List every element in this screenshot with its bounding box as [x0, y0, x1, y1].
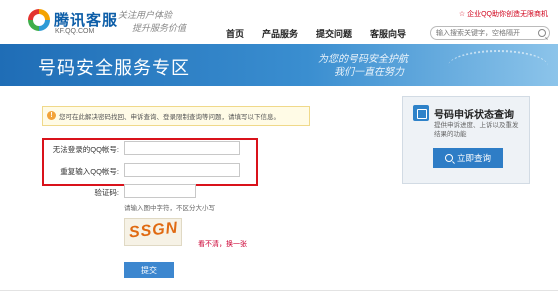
document-icon	[413, 105, 429, 121]
top-header: 腾讯客服 KF.QQ.COM 关注用户体验 提升服务价值 ☆ 企业QQ助你创造无…	[0, 0, 558, 44]
query-now-button[interactable]: 立即查询	[433, 148, 503, 168]
notice-text: 您可在此解决密码找回、申诉查询、登录限制查询等问题，请填写以下信息。	[59, 114, 280, 121]
banner-slogan-line-1: 为您的号码安全护航	[318, 54, 408, 65]
captcha-label: 验证码:	[94, 188, 119, 197]
main-nav: 首页 产品服务 提交问题 客服向导	[226, 27, 406, 40]
captcha-refresh-link[interactable]: 看不清，换一张	[198, 239, 247, 249]
info-icon: !	[47, 111, 56, 120]
search-input[interactable]	[436, 27, 536, 39]
logo-subtitle: KF.QQ.COM	[55, 28, 95, 35]
qq-account-input[interactable]	[124, 141, 240, 155]
appeal-status-panel: 号码申诉状态查询 提供申诉进度、上诉以及重发结果的功能 立即查询	[402, 96, 530, 184]
tencent-logo-icon[interactable]	[28, 9, 50, 31]
query-now-label: 立即查询	[456, 153, 491, 163]
captcha-hint: 请输入图中字符，不区分大小写	[124, 205, 215, 212]
captcha-input[interactable]	[124, 184, 196, 198]
qq-account-label: 无法登录的QQ帐号:	[52, 145, 119, 154]
submit-button[interactable]: 提交	[124, 262, 174, 278]
nav-home[interactable]: 首页	[226, 27, 244, 40]
footer-divider	[0, 290, 558, 291]
banner-slogan: 为您的号码安全护航 我们一直在努力	[318, 53, 408, 79]
appeal-status-description: 提供申诉进度、上诉以及重发结果的功能	[434, 122, 519, 138]
nav-products[interactable]: 产品服务	[262, 27, 298, 40]
page-title: 号码安全服务专区	[38, 58, 190, 78]
search-icon[interactable]	[538, 29, 546, 37]
slogan-line-2: 提升服务价值	[132, 24, 187, 34]
promo-text[interactable]: 企业QQ助你创造无限商机	[467, 11, 548, 18]
captcha-image[interactable]: SSGN	[124, 218, 182, 246]
search-icon	[444, 154, 453, 162]
info-notice: ! 您可在此解决密码找回、申诉查询、登录限制查询等问题，请填写以下信息。	[42, 106, 310, 126]
nav-service-guide[interactable]: 客服向导	[370, 27, 406, 40]
search-box	[430, 26, 550, 40]
qq-account-confirm-input[interactable]	[124, 163, 240, 177]
appeal-status-title: 号码申诉状态查询	[434, 110, 514, 121]
promo-link[interactable]: ☆ 企业QQ助你创造无限商机	[459, 9, 548, 19]
slogan-line-1: 关注用户体验	[118, 11, 173, 21]
nav-submit-question[interactable]: 提交问题	[316, 27, 352, 40]
banner: 号码安全服务专区 为您的号码安全护航 我们一直在努力	[0, 44, 558, 86]
slogan: 关注用户体验 提升服务价值	[118, 10, 186, 36]
banner-decoration	[448, 50, 548, 82]
logo-title[interactable]: 腾讯客服	[54, 9, 118, 30]
qq-account-confirm-label: 重复输入QQ帐号:	[60, 167, 119, 176]
banner-slogan-line-2: 我们一直在努力	[334, 67, 404, 78]
captcha-text: SSGN	[128, 219, 180, 242]
